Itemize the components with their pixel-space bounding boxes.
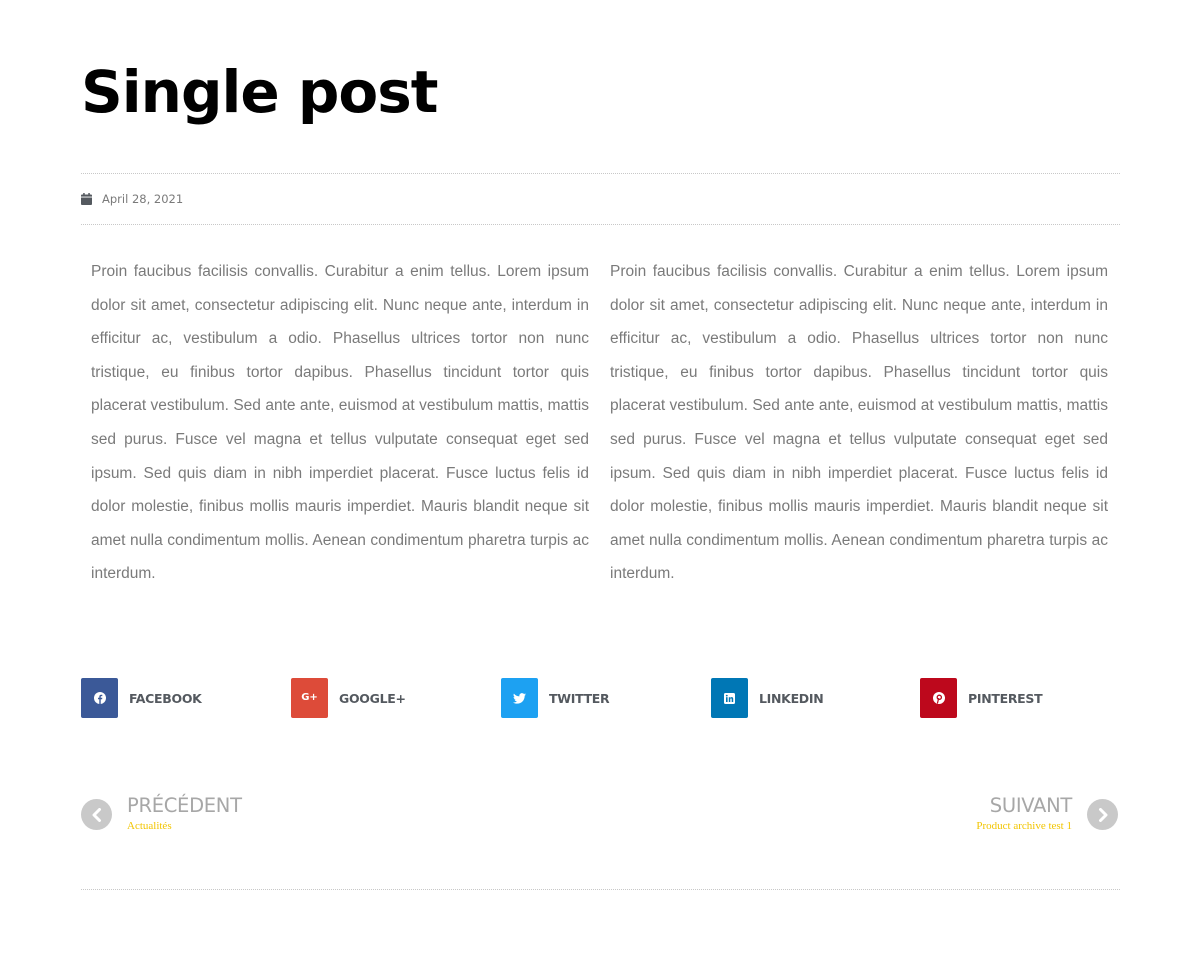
share-button-facebook[interactable]: FACEBOOK [81,678,202,718]
chevron-left-icon [81,799,112,830]
next-post-title: Product archive test 1 [976,820,1072,832]
post-meta: April 28, 2021 [81,189,183,209]
content-column-right: Proin faucibus facilisis convallis. Cura… [610,263,1108,583]
bottom-divider [81,889,1120,890]
share-button-linkedin[interactable]: LINKEDIN [711,678,824,718]
next-post-text: SUIVANT Product archive test 1 [976,793,1072,833]
twitter-icon [501,678,538,718]
pinterest-icon [920,678,957,718]
content-column-left: Proin faucibus facilisis convallis. Cura… [91,263,589,583]
share-label-twitter: TWITTER [549,690,610,706]
next-label: SUIVANT [989,794,1073,817]
top-divider [81,173,1120,174]
calendar-icon [81,193,92,205]
share-label-google-plus: GOOGLE+ [339,690,406,706]
facebook-icon [81,678,118,718]
share-label-facebook: FACEBOOK [129,690,202,706]
post-date: April 28, 2021 [102,192,184,206]
next-post-link[interactable]: SUIVANT Product archive test 1 [976,793,1118,833]
share-button-pinterest[interactable]: PINTEREST [920,678,1043,718]
google-plus-icon: G+ [291,678,328,718]
meta-divider [81,224,1120,225]
share-button-twitter[interactable]: TWITTER [501,678,610,718]
previous-post-text: PRÉCÉDENT Actualités [127,793,242,833]
previous-post-link[interactable]: PRÉCÉDENT Actualités [81,793,242,833]
share-button-google-plus[interactable]: G+ GOOGLE+ [291,678,406,718]
share-label-linkedin: LINKEDIN [759,690,824,706]
previous-label: PRÉCÉDENT [127,794,242,817]
previous-post-title: Actualités [127,820,172,832]
page-title: Single post [81,58,438,126]
linkedin-icon [711,678,748,718]
chevron-right-icon [1087,799,1118,830]
share-label-pinterest: PINTEREST [968,690,1043,706]
